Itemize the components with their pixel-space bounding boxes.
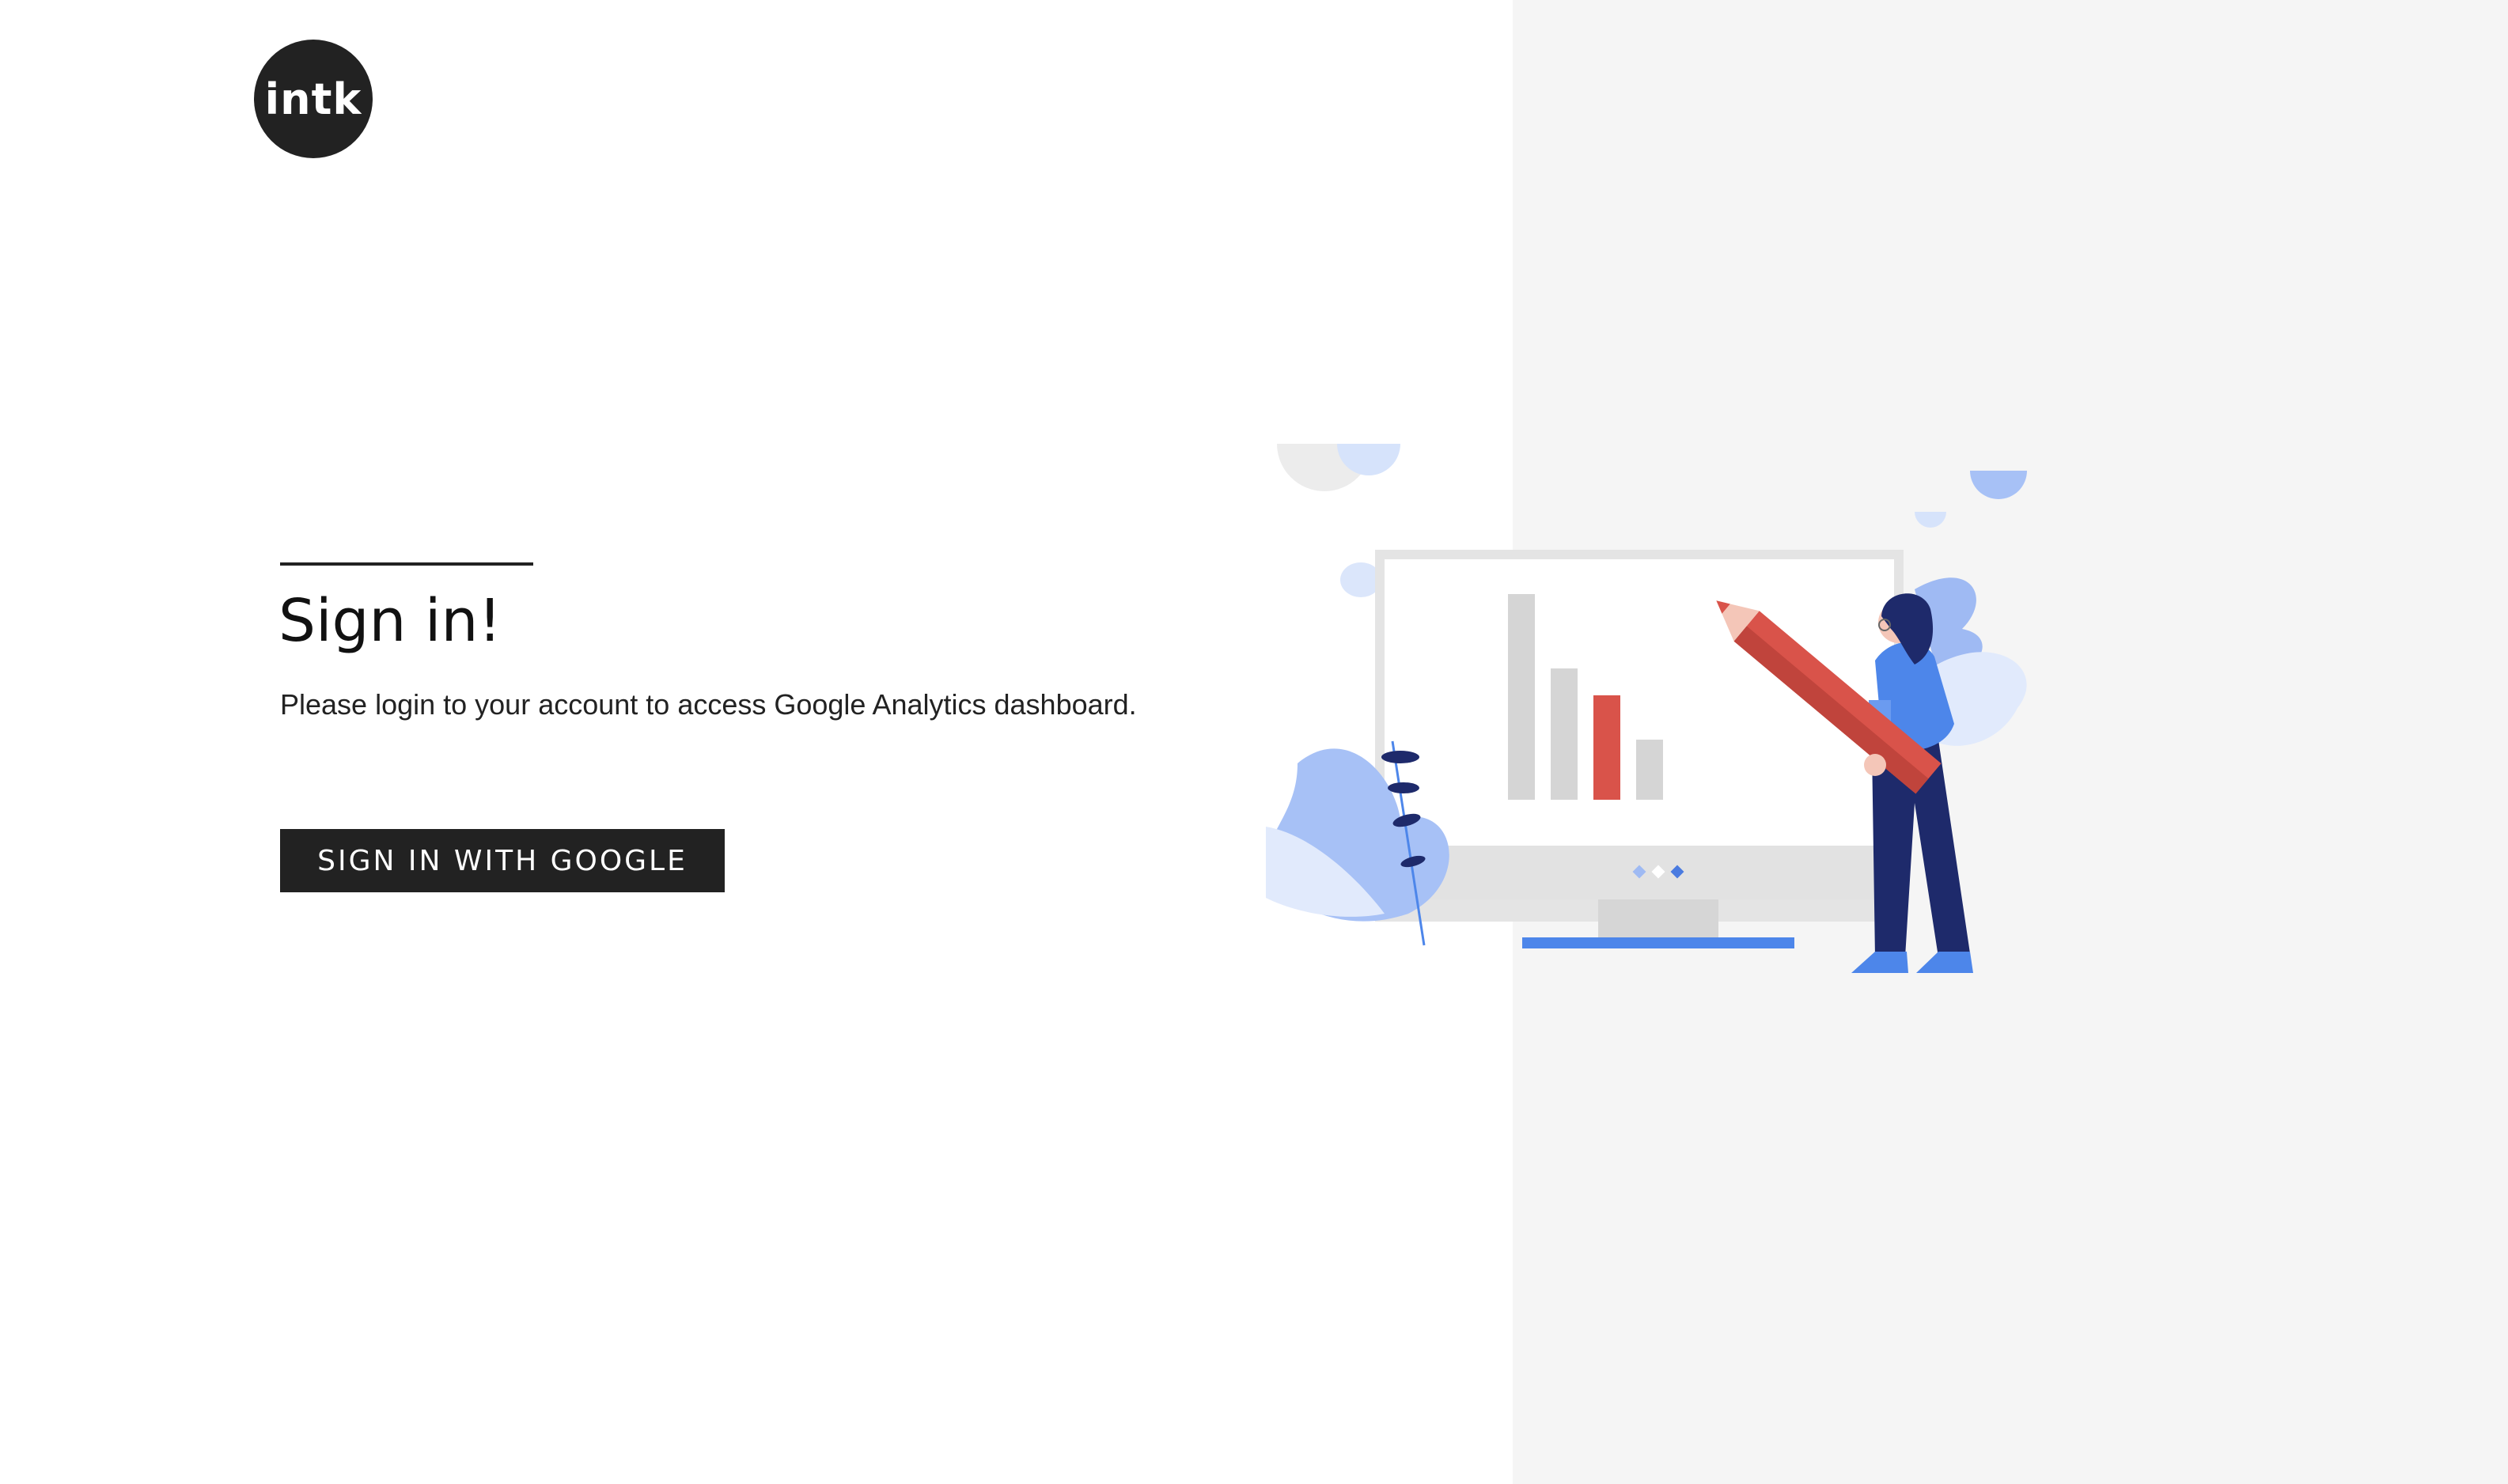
sign-in-with-google-button[interactable]: SIGN IN WITH GOOGLE [280,829,725,892]
intk-logo: intk [254,40,373,158]
page-title: Sign in! [278,587,502,655]
logo-text: intk [264,74,362,124]
title-divider [280,562,533,566]
page-subtitle: Please login to your account to access G… [280,688,1137,721]
login-page: intk Sign in! Please login to your accou… [0,0,2508,1484]
analytics-illustration-icon [1266,444,2027,973]
